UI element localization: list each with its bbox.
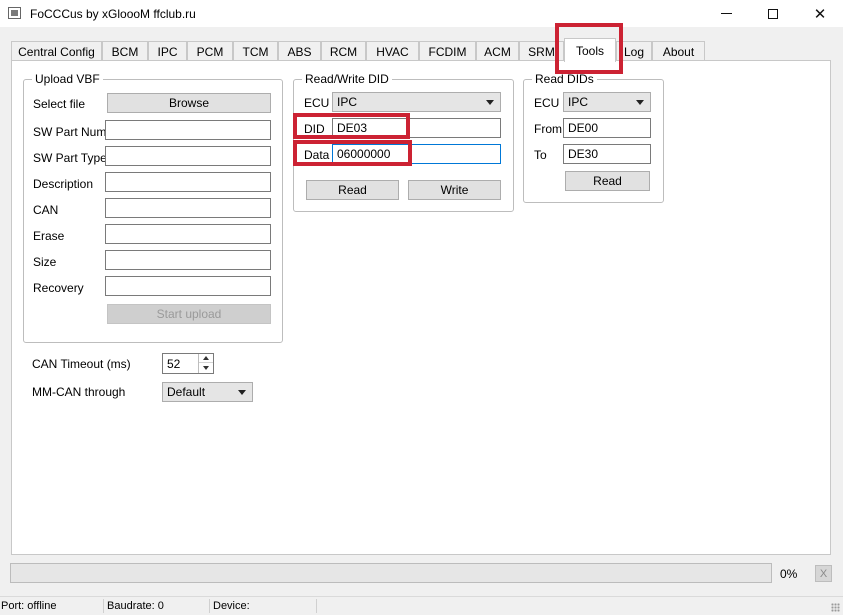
mm-can-value: Default <box>167 385 206 399</box>
spin-buttons <box>198 354 213 373</box>
tab-acm[interactable]: ACM <box>476 41 519 61</box>
minimize-icon <box>720 13 732 14</box>
tab-about[interactable]: About <box>652 41 705 61</box>
from-field[interactable]: DE00 <box>563 118 651 138</box>
can-label: CAN <box>33 203 59 217</box>
sw-part-type-field[interactable] <box>105 146 271 166</box>
spin-down-button[interactable] <box>199 363 213 372</box>
close-icon: ✕ <box>813 5 827 23</box>
tab-abs[interactable]: ABS <box>278 41 321 61</box>
can-timeout-label: CAN Timeout (ms) <box>32 357 131 371</box>
can-field[interactable] <box>105 198 271 218</box>
description-label: Description <box>33 177 94 191</box>
cancel-progress-button[interactable]: X <box>815 565 832 582</box>
recovery-field[interactable] <box>105 276 271 296</box>
size-label: Size <box>33 255 57 269</box>
maximize-icon <box>768 8 778 19</box>
from-label: From <box>534 122 562 136</box>
rw-read-button[interactable]: Read <box>306 180 399 200</box>
tab-tcm[interactable]: TCM <box>233 41 278 61</box>
can-timeout-spinbox[interactable]: 52 <box>162 353 214 374</box>
tab-log[interactable]: Log <box>616 41 652 61</box>
status-divider <box>316 599 317 613</box>
did-label: DID <box>304 122 325 136</box>
select-file-label: Select file <box>33 97 86 111</box>
size-field[interactable] <box>105 250 271 270</box>
tab-fcdim[interactable]: FCDIM <box>419 41 476 61</box>
tab-hvac[interactable]: HVAC <box>366 41 419 61</box>
rd-read-button[interactable]: Read <box>565 171 650 191</box>
upload-progress-bar <box>10 563 772 583</box>
browse-button[interactable]: Browse <box>107 93 271 113</box>
start-upload-button[interactable]: Start upload <box>107 304 271 324</box>
recovery-label: Recovery <box>33 281 84 295</box>
spin-up-button[interactable] <box>199 354 213 363</box>
rw-ecu-select[interactable]: IPC <box>332 92 501 112</box>
chevron-down-icon <box>486 100 494 105</box>
rw-ecu-value: IPC <box>337 95 358 109</box>
data-field[interactable]: 06000000 <box>332 144 501 164</box>
maximize-button[interactable] <box>750 0 796 27</box>
status-baudrate: Baudrate: 0 <box>107 600 164 612</box>
window-title: FoCCCus by xGloooM ffclub.ru <box>30 7 196 21</box>
tab-bcm[interactable]: BCM <box>102 41 148 61</box>
tools-panel: Upload VBF Select file Browse SW Part Nu… <box>11 60 831 555</box>
description-field[interactable] <box>105 172 271 192</box>
rw-ecu-label: ECU <box>304 96 330 110</box>
chevron-down-icon <box>636 100 644 105</box>
status-port: Port: offline <box>1 600 57 612</box>
minimize-button[interactable] <box>703 0 749 27</box>
tab-srm[interactable]: SRM <box>519 41 564 61</box>
status-divider <box>103 599 104 613</box>
close-button[interactable]: ✕ <box>797 0 843 27</box>
read-dids-title: Read DIDs <box>532 72 597 86</box>
tab-ipc[interactable]: IPC <box>148 41 187 61</box>
progress-percent: 0% <box>780 567 798 581</box>
sw-part-type-label: SW Part Type <box>33 151 107 165</box>
rd-ecu-select[interactable]: IPC <box>563 92 651 112</box>
mm-can-select[interactable]: Default <box>162 382 253 402</box>
status-bar: Port: offline Baudrate: 0 Device: <box>0 596 843 615</box>
rd-ecu-value: IPC <box>568 95 589 109</box>
title-bar: FoCCCus by xGloooM ffclub.ru ✕ <box>0 0 843 27</box>
resize-grip-icon[interactable] <box>831 603 840 612</box>
rd-ecu-label: ECU <box>534 96 560 110</box>
erase-label: Erase <box>33 229 65 243</box>
app-icon <box>8 7 21 19</box>
read-write-did-title: Read/Write DID <box>302 72 392 86</box>
tab-pcm[interactable]: PCM <box>187 41 233 61</box>
can-timeout-value: 52 <box>167 357 181 371</box>
write-button[interactable]: Write <box>408 180 501 200</box>
arrow-up-icon <box>203 356 209 360</box>
chevron-down-icon <box>238 390 246 395</box>
upload-vbf-title: Upload VBF <box>32 72 103 86</box>
tab-rcm[interactable]: RCM <box>321 41 366 61</box>
status-divider <box>209 599 210 613</box>
arrow-down-icon <box>203 365 209 370</box>
to-label: To <box>534 148 547 162</box>
tab-tools[interactable]: Tools <box>564 38 616 62</box>
erase-field[interactable] <box>105 224 271 244</box>
data-label: Data <box>304 148 330 162</box>
did-field[interactable]: DE03 <box>332 118 501 138</box>
status-device: Device: <box>213 600 250 612</box>
tab-central-config[interactable]: Central Config <box>11 41 102 61</box>
sw-part-num-label: SW Part Num <box>33 125 107 139</box>
mm-can-label: MM-CAN through <box>32 385 126 399</box>
sw-part-num-field[interactable] <box>105 120 271 140</box>
to-field[interactable]: DE30 <box>563 144 651 164</box>
